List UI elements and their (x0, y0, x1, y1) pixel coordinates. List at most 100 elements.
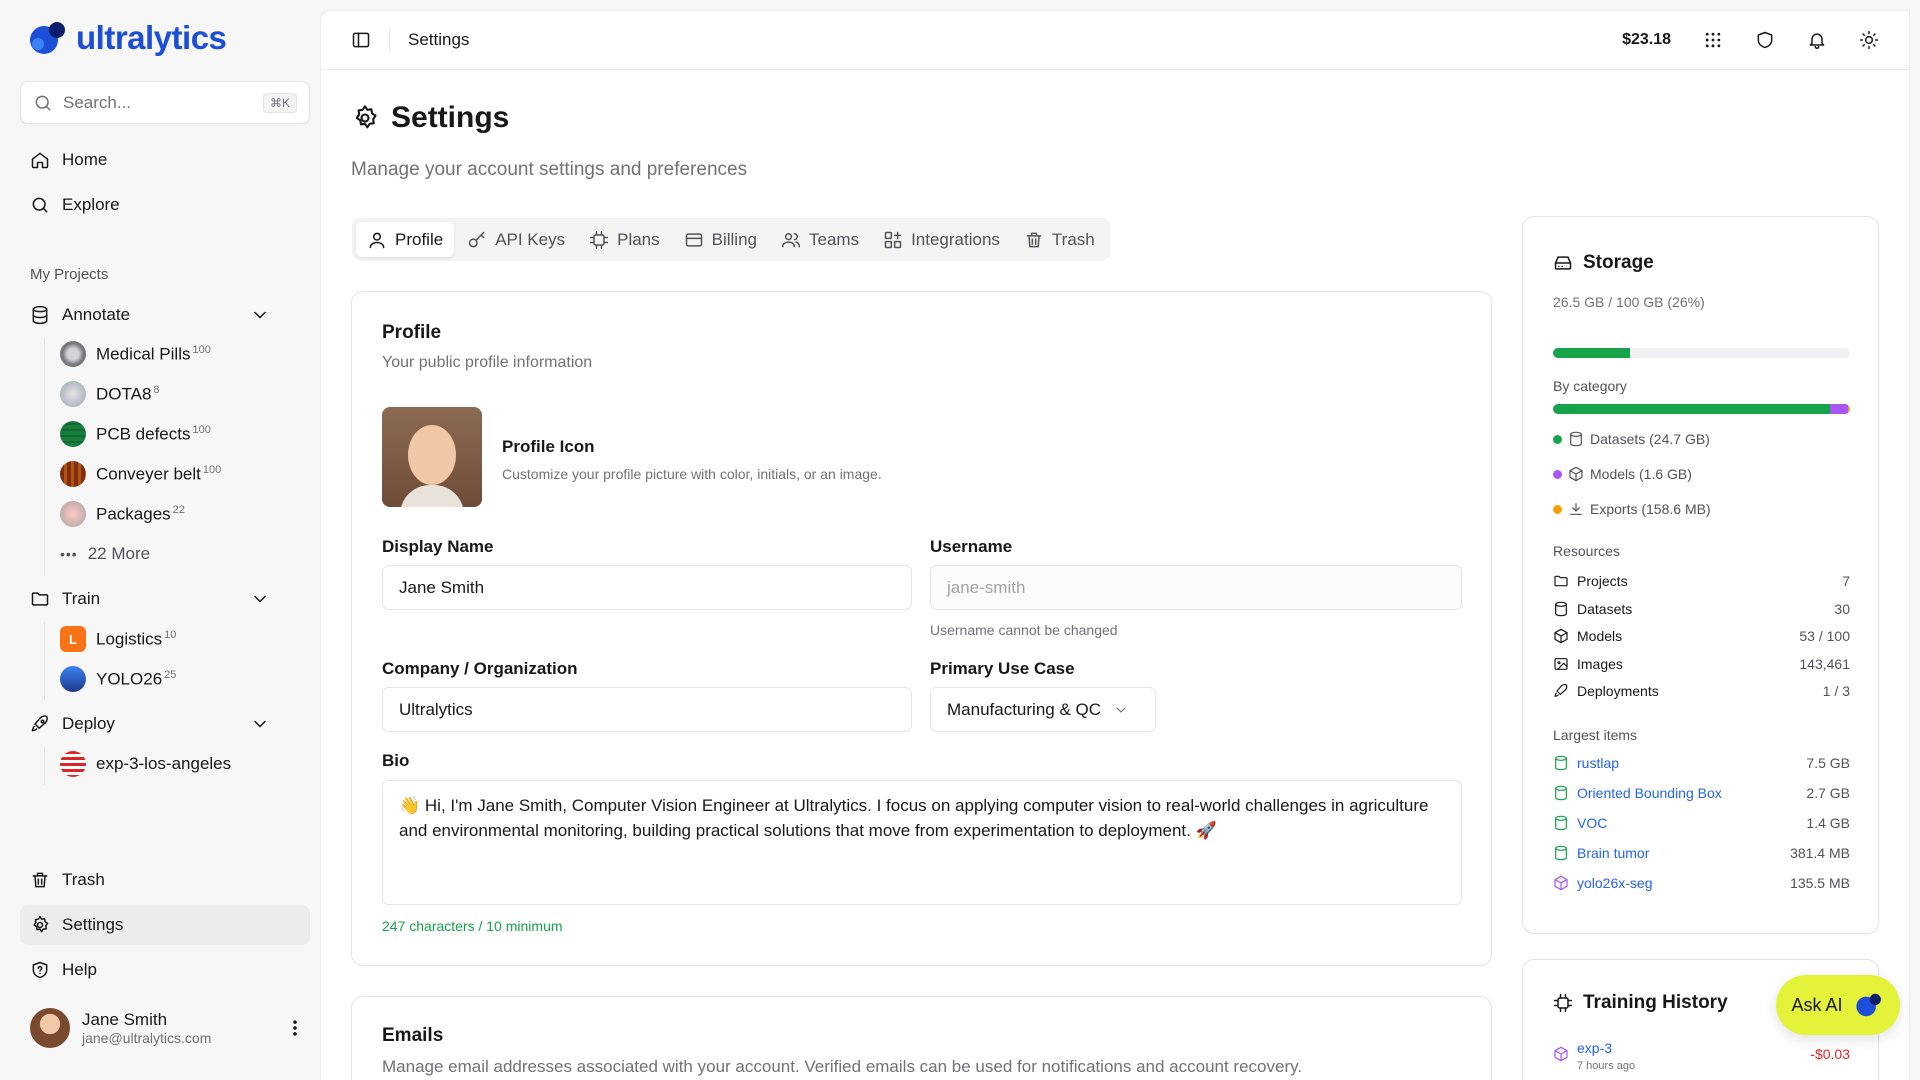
apps-grid-icon[interactable] (1703, 30, 1723, 50)
search-input[interactable]: Search... ⌘K (20, 81, 310, 124)
profile-photo[interactable] (382, 407, 482, 507)
project-conveyer-belt[interactable]: Conveyer belt 100 (60, 456, 221, 492)
nav-help-label: Help (62, 960, 97, 979)
project-thumbnail (60, 341, 86, 367)
deployment-exp-3-los-angeles[interactable]: exp-3-los-angeles (60, 746, 231, 782)
project-logistics[interactable]: L Logistics 10 (60, 621, 176, 657)
display-name-label: Display Name (382, 537, 494, 556)
tab-trash[interactable]: Trash (1013, 222, 1106, 257)
storage-card: Storage 26.5 GB / 100 GB (26%) By catego… (1522, 216, 1879, 934)
nav-home[interactable]: Home (20, 140, 310, 180)
resource-models: Models 53 / 100 (1553, 628, 1850, 644)
project-thumbnail (60, 421, 86, 447)
emails-card-title: Emails (382, 1025, 444, 1046)
emails-card-subtitle: Manage email addresses associated with y… (382, 1057, 1303, 1076)
use-case-label: Primary Use Case (930, 659, 1075, 678)
profile-card-subtitle: Your public profile information (382, 354, 593, 371)
largest-item-link[interactable]: VOC (1577, 815, 1607, 831)
chevron-down-icon[interactable] (250, 589, 270, 609)
download-icon (1570, 503, 1582, 515)
project-initial-badge: L (60, 626, 86, 652)
ask-ai-button[interactable]: Ask AI (1776, 975, 1900, 1035)
resource-value: 30 (1834, 601, 1850, 617)
largest-item-link[interactable]: Oriented Bounding Box (1577, 785, 1722, 801)
project-thumbnail (60, 461, 86, 487)
largest-item-link[interactable]: Brain tumor (1577, 845, 1649, 861)
sidebar-toggle-icon[interactable] (351, 30, 371, 50)
use-case-select[interactable]: Manufacturing & QC (930, 687, 1156, 732)
project-pcb-defects[interactable]: PCB defects 100 (60, 416, 211, 452)
project-thumbnail (60, 501, 86, 527)
training-run-link[interactable]: exp-3 (1577, 1040, 1635, 1056)
largest-item-rustlap[interactable]: rustlap 7.5 GB (1553, 755, 1850, 771)
category-seg-exports (1848, 404, 1850, 414)
chevron-down-icon[interactable] (250, 305, 270, 325)
bio-character-count: 247 characters / 10 minimum (382, 918, 563, 934)
annotate-group[interactable]: Annotate (20, 296, 280, 334)
cube-icon (1554, 875, 1568, 891)
project-count: 100 (192, 343, 211, 356)
nav-trash[interactable]: Trash (20, 860, 310, 900)
project-name: Conveyer belt (96, 464, 201, 484)
bio-textarea[interactable]: 👋 Hi, I'm Jane Smith, Computer Vision En… (382, 780, 1462, 905)
profile-icon-title: Profile Icon (502, 437, 595, 456)
project-packages[interactable]: Packages 22 (60, 496, 185, 532)
tab-plans[interactable]: Plans (578, 222, 671, 257)
nav-explore[interactable]: Explore (20, 185, 310, 225)
image-icon (1554, 658, 1568, 670)
search-icon (35, 95, 51, 110)
deployment-name: exp-3-los-angeles (96, 754, 232, 773)
credit-card-icon (685, 232, 702, 247)
search-placeholder: Search... (63, 92, 132, 112)
tab-label: Plans (617, 229, 660, 249)
shield-icon[interactable] (1755, 30, 1775, 50)
database-icon (1555, 815, 1567, 831)
tab-integrations[interactable]: Integrations (872, 222, 1011, 257)
legend-label: Exports (158.6 MB) (1590, 501, 1711, 517)
more-vertical-icon[interactable] (285, 1018, 305, 1038)
largest-item-link[interactable]: yolo26x-seg (1577, 875, 1653, 891)
largest-item-brain-tumor[interactable]: Brain tumor 381.4 MB (1553, 845, 1850, 861)
largest-item-link[interactable]: rustlap (1577, 755, 1619, 771)
display-name-field[interactable]: Jane Smith (382, 565, 912, 610)
nav-settings[interactable]: Settings (20, 905, 310, 945)
train-label: Train (62, 589, 101, 608)
deploy-group[interactable]: Deploy (20, 705, 280, 743)
nav-help[interactable]: Help (20, 950, 310, 990)
largest-item-voc[interactable]: VOC 1.4 GB (1553, 815, 1850, 831)
bell-icon[interactable] (1807, 30, 1827, 50)
user-account[interactable]: Jane Smith jane@ultralytics.com (30, 1008, 305, 1048)
resource-projects: Projects 7 (1553, 573, 1850, 589)
database-icon (32, 305, 48, 325)
ultralytics-logo-icon (30, 22, 65, 54)
ultralytics-logo[interactable]: ultralytics (26, 18, 227, 58)
train-tree-line (44, 622, 45, 700)
train-group[interactable]: Train (20, 580, 280, 618)
tab-teams[interactable]: Teams (770, 222, 870, 257)
tab-billing[interactable]: Billing (673, 222, 768, 257)
ultralytics-logo-icon (1855, 993, 1881, 1017)
brand-name: ultralytics (76, 19, 227, 56)
largest-item-size: 7.5 GB (1806, 755, 1850, 771)
more-projects-link[interactable]: ••• 22 More (60, 536, 150, 572)
project-yolo26[interactable]: YOLO26 25 (60, 661, 176, 697)
tab-api-keys[interactable]: API Keys (456, 222, 576, 257)
largest-item-yolo26x-seg[interactable]: yolo26x-seg 135.5 MB (1553, 875, 1850, 891)
company-field[interactable]: Ultralytics (382, 687, 912, 732)
database-icon (1555, 755, 1567, 771)
training-item-exp-3[interactable]: exp-3 7 hours ago -$0.03 (1553, 1040, 1850, 1072)
chevron-down-icon (1116, 706, 1126, 713)
sun-icon[interactable] (1859, 30, 1879, 50)
training-run-time: 7 hours ago (1577, 1060, 1636, 1072)
tab-profile[interactable]: Profile (356, 222, 455, 257)
integrations-icon (884, 231, 902, 248)
credit-balance[interactable]: $23.18 (1622, 31, 1671, 49)
project-medical-pills[interactable]: Medical Pills 100 (60, 336, 211, 372)
project-dota8[interactable]: DOTA8 8 (60, 376, 160, 412)
main-panel: Settings $23.18 Settings Manage your acc… (320, 10, 1910, 1080)
legend-datasets: Datasets (24.7 GB) (1553, 431, 1710, 447)
cube-icon (1554, 1046, 1568, 1062)
chevron-down-icon[interactable] (250, 714, 270, 734)
resource-label: Images (1577, 656, 1623, 672)
largest-item-obb[interactable]: Oriented Bounding Box 2.7 GB (1553, 785, 1850, 801)
